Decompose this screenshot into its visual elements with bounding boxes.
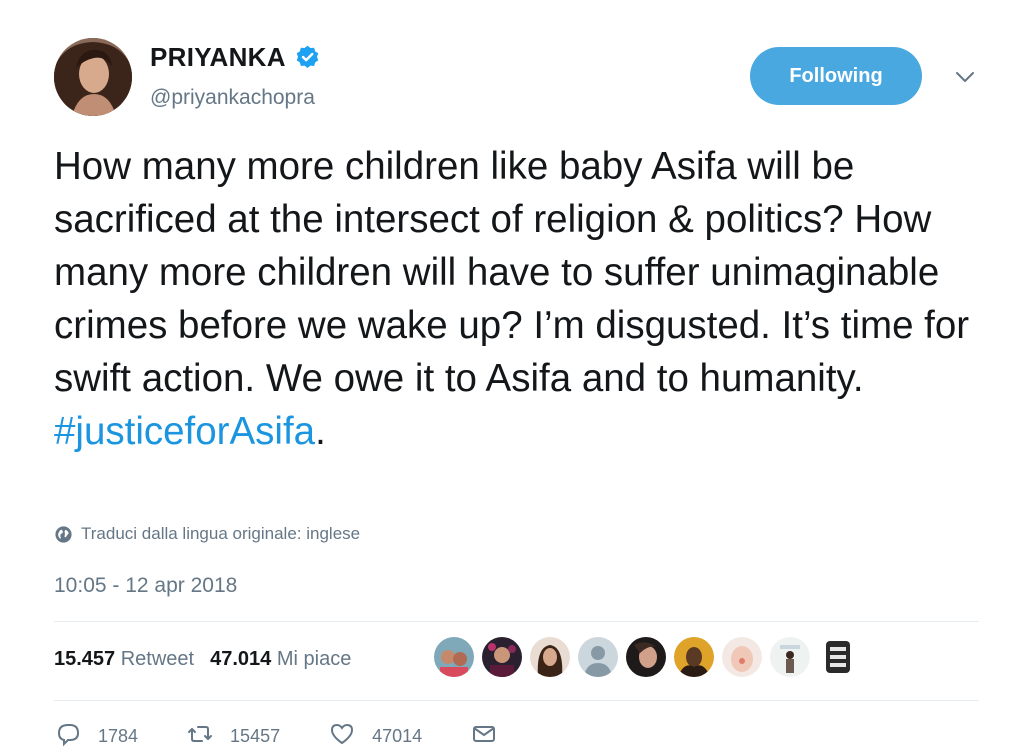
like-stat-label: Mi piace xyxy=(276,648,352,670)
liker-avatar[interactable] xyxy=(530,637,570,677)
tweet-body-text: How many more children like baby Asifa w… xyxy=(54,145,980,400)
engagement-stats: 15.457 Retweet 47.014 Mi piace xyxy=(54,648,351,671)
tweet-trailing-punctuation: . xyxy=(315,410,326,453)
translate-label: Traduci dalla lingua originale: inglese xyxy=(81,524,361,543)
like-button[interactable]: 47014 xyxy=(328,720,422,753)
liker-avatar[interactable] xyxy=(434,637,474,677)
chevron-down-icon[interactable] xyxy=(952,64,978,90)
like-stat[interactable]: 47.014 Mi piace xyxy=(210,648,351,671)
direct-message-icon xyxy=(470,720,514,753)
tweet-text: How many more children like baby Asifa w… xyxy=(54,140,984,458)
following-button[interactable]: Following xyxy=(750,47,922,105)
tweet-timestamp[interactable]: 10:05 - 12 apr 2018 xyxy=(54,574,237,598)
liker-avatar[interactable] xyxy=(770,637,810,677)
liker-avatar[interactable] xyxy=(818,637,858,677)
reply-icon xyxy=(54,720,98,753)
retweet-stat-count: 15.457 xyxy=(54,648,116,670)
author-name-row: PRIYANKA xyxy=(150,42,321,73)
retweet-stat[interactable]: 15.457 Retweet xyxy=(54,648,194,671)
like-count: 47014 xyxy=(372,726,423,746)
divider-top xyxy=(54,621,979,622)
retweet-count: 15457 xyxy=(230,726,281,746)
liker-avatar[interactable] xyxy=(626,637,666,677)
retweet-button[interactable]: 15457 xyxy=(186,720,280,753)
translate-link[interactable]: Traduci dalla lingua originale: inglese xyxy=(54,524,360,544)
tweet-actions: 1784 15457 47014 xyxy=(54,720,562,753)
author-name[interactable]: PRIYANKA xyxy=(150,42,286,73)
liker-avatar[interactable] xyxy=(674,637,714,677)
verified-badge-icon xyxy=(294,44,321,71)
like-stat-count: 47.014 xyxy=(210,648,272,670)
direct-message-button[interactable] xyxy=(470,720,514,753)
hashtag-link[interactable]: #justiceforAsifa xyxy=(54,410,315,453)
author-handle[interactable]: @priyankachopra xyxy=(150,86,315,110)
liker-avatar[interactable] xyxy=(578,637,618,677)
heart-icon xyxy=(328,720,372,753)
reply-count: 1784 xyxy=(98,726,139,746)
liker-avatar[interactable] xyxy=(722,637,762,677)
liker-avatar[interactable] xyxy=(482,637,522,677)
reply-button[interactable]: 1784 xyxy=(54,720,138,753)
globe-icon xyxy=(54,525,73,544)
liker-avatars xyxy=(434,637,858,677)
author-avatar[interactable] xyxy=(54,38,132,116)
retweet-icon xyxy=(186,720,230,753)
divider-bottom xyxy=(54,700,979,701)
retweet-stat-label: Retweet xyxy=(120,648,195,670)
